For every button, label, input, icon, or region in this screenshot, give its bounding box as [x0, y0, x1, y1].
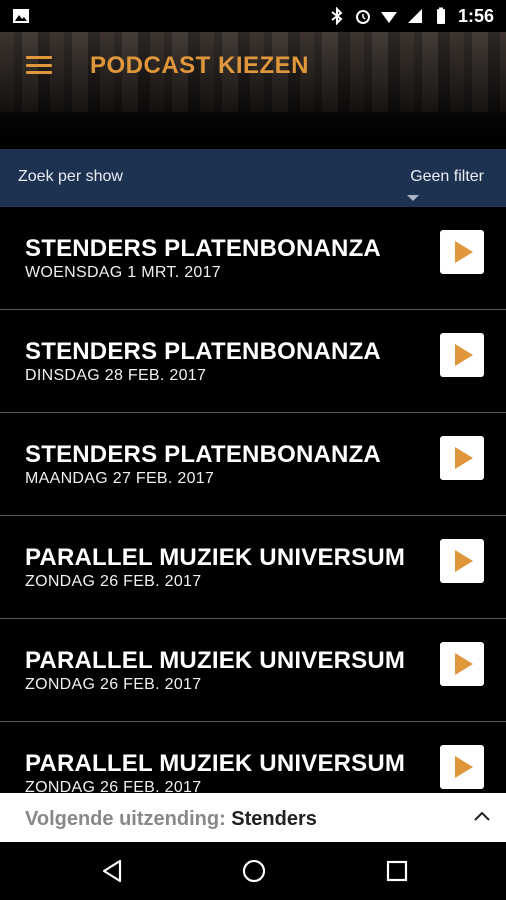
alarm-icon: [355, 10, 370, 24]
list-item[interactable]: STENDERS PLATENBONANZA MAANDAG 27 FEB. 2…: [0, 413, 506, 516]
show-name: PARALLEL MUZIEK UNIVERSUM: [25, 750, 406, 777]
dropdown-caret-icon: [407, 195, 419, 201]
bluetooth-icon: [331, 7, 343, 25]
broadcast-date: DINSDAG 28 FEB. 2017: [25, 367, 207, 384]
play-button[interactable]: [440, 539, 484, 583]
recents-icon[interactable]: [385, 858, 409, 884]
home-icon[interactable]: [241, 858, 267, 884]
play-button[interactable]: [440, 642, 484, 686]
list-item[interactable]: PARALLEL MUZIEK UNIVERSUM ZONDAG 26 FEB.…: [0, 619, 506, 722]
list-item[interactable]: PARALLEL MUZIEK UNIVERSUM ZONDAG 26 FEB.…: [0, 516, 506, 619]
filter-bar: Zoek per show Geen filter: [0, 149, 506, 207]
show-name: PARALLEL MUZIEK UNIVERSUM: [25, 544, 406, 571]
show-name: STENDERS PLATENBONANZA: [25, 235, 381, 262]
status-bar: 1:56: [0, 0, 506, 32]
play-icon: [455, 447, 473, 469]
play-icon: [455, 653, 473, 675]
battery-icon: [436, 7, 445, 24]
play-icon: [455, 344, 473, 366]
next-broadcast-show: Stenders: [231, 808, 317, 830]
list-item[interactable]: STENDERS PLATENBONANZA WOENSDAG 1 MRT. 2…: [0, 207, 506, 310]
play-icon: [455, 550, 473, 572]
hamburger-menu-icon[interactable]: [26, 54, 52, 76]
app-header: PODCAST KIEZEN: [0, 32, 506, 149]
clock-time: 1:56: [457, 5, 494, 26]
chevron-up-icon[interactable]: [470, 805, 494, 829]
play-icon: [455, 756, 473, 778]
signal-icon: [407, 9, 422, 23]
show-name: STENDERS PLATENBONANZA: [25, 441, 381, 468]
broadcast-date: ZONDAG 26 FEB. 2017: [25, 676, 202, 693]
list-item[interactable]: STENDERS PLATENBONANZA DINSDAG 28 FEB. 2…: [0, 310, 506, 413]
broadcast-date: WOENSDAG 1 MRT. 2017: [25, 264, 221, 281]
broadcast-date: MAANDAG 27 FEB. 2017: [25, 470, 215, 487]
image-notification-icon: [13, 9, 29, 23]
back-icon[interactable]: [100, 858, 124, 884]
show-name: STENDERS PLATENBONANZA: [25, 338, 381, 365]
play-button[interactable]: [440, 333, 484, 377]
filter-dropdown[interactable]: Geen filter: [410, 168, 484, 186]
broadcast-date: ZONDAG 26 FEB. 2017: [25, 573, 202, 590]
play-button[interactable]: [440, 745, 484, 789]
play-button[interactable]: [440, 230, 484, 274]
next-broadcast-bar[interactable]: Volgende uitzending: Stenders: [0, 793, 506, 842]
search-per-show-button[interactable]: Zoek per show: [18, 168, 123, 186]
play-icon: [455, 241, 473, 263]
episode-list: STENDERS PLATENBONANZA WOENSDAG 1 MRT. 2…: [0, 207, 506, 825]
system-navigation-bar: [0, 842, 506, 900]
wifi-icon: [380, 12, 397, 23]
play-button[interactable]: [440, 436, 484, 480]
page-title: PODCAST KIEZEN: [90, 52, 310, 79]
next-broadcast-label: Volgende uitzending:: [25, 808, 226, 830]
show-name: PARALLEL MUZIEK UNIVERSUM: [25, 647, 406, 674]
